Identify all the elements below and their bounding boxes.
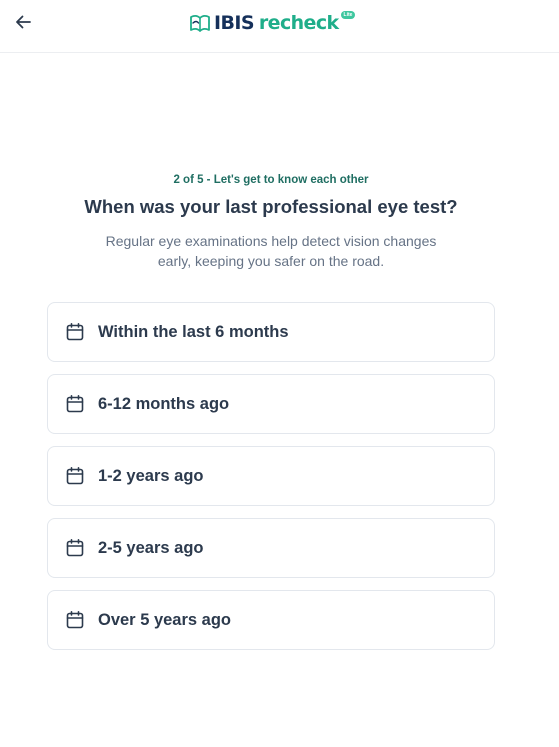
calendar-icon bbox=[65, 610, 85, 630]
option-label: 2-5 years ago bbox=[98, 538, 204, 557]
calendar-icon bbox=[65, 322, 85, 342]
calendar-icon bbox=[65, 466, 85, 486]
option-within-6-months[interactable]: Within the last 6 months bbox=[47, 302, 495, 362]
logo-lite-badge: Lite bbox=[340, 11, 356, 19]
app-header: IBIS recheck Lite bbox=[0, 0, 559, 53]
page-title: When was your last professional eye test… bbox=[84, 196, 458, 217]
option-label: Within the last 6 months bbox=[98, 322, 289, 341]
calendar-icon bbox=[65, 394, 85, 414]
option-over-5-years[interactable]: Over 5 years ago bbox=[47, 590, 495, 650]
option-6-12-months[interactable]: 6-12 months ago bbox=[47, 374, 495, 434]
option-label: 1-2 years ago bbox=[98, 466, 204, 485]
eye-book-logo-icon bbox=[190, 15, 210, 32]
answer-options: Within the last 6 months 6-12 months ago… bbox=[47, 302, 495, 662]
arrow-left-icon bbox=[16, 15, 31, 29]
calendar-icon bbox=[65, 538, 85, 558]
page-subtitle: Regular eye examinations help detect vis… bbox=[105, 233, 437, 269]
option-1-2-years[interactable]: 1-2 years ago bbox=[47, 446, 495, 506]
back-button[interactable] bbox=[12, 11, 34, 33]
logo-brand-text: IBIS bbox=[214, 12, 255, 34]
option-2-5-years[interactable]: 2-5 years ago bbox=[47, 518, 495, 578]
logo-product-text: recheck bbox=[258, 12, 339, 34]
app-logo: IBIS recheck Lite bbox=[189, 10, 356, 36]
option-label: 6-12 months ago bbox=[98, 394, 230, 413]
step-indicator: 2 of 5 - Let's get to know each other bbox=[173, 174, 369, 186]
option-label: Over 5 years ago bbox=[98, 610, 231, 629]
